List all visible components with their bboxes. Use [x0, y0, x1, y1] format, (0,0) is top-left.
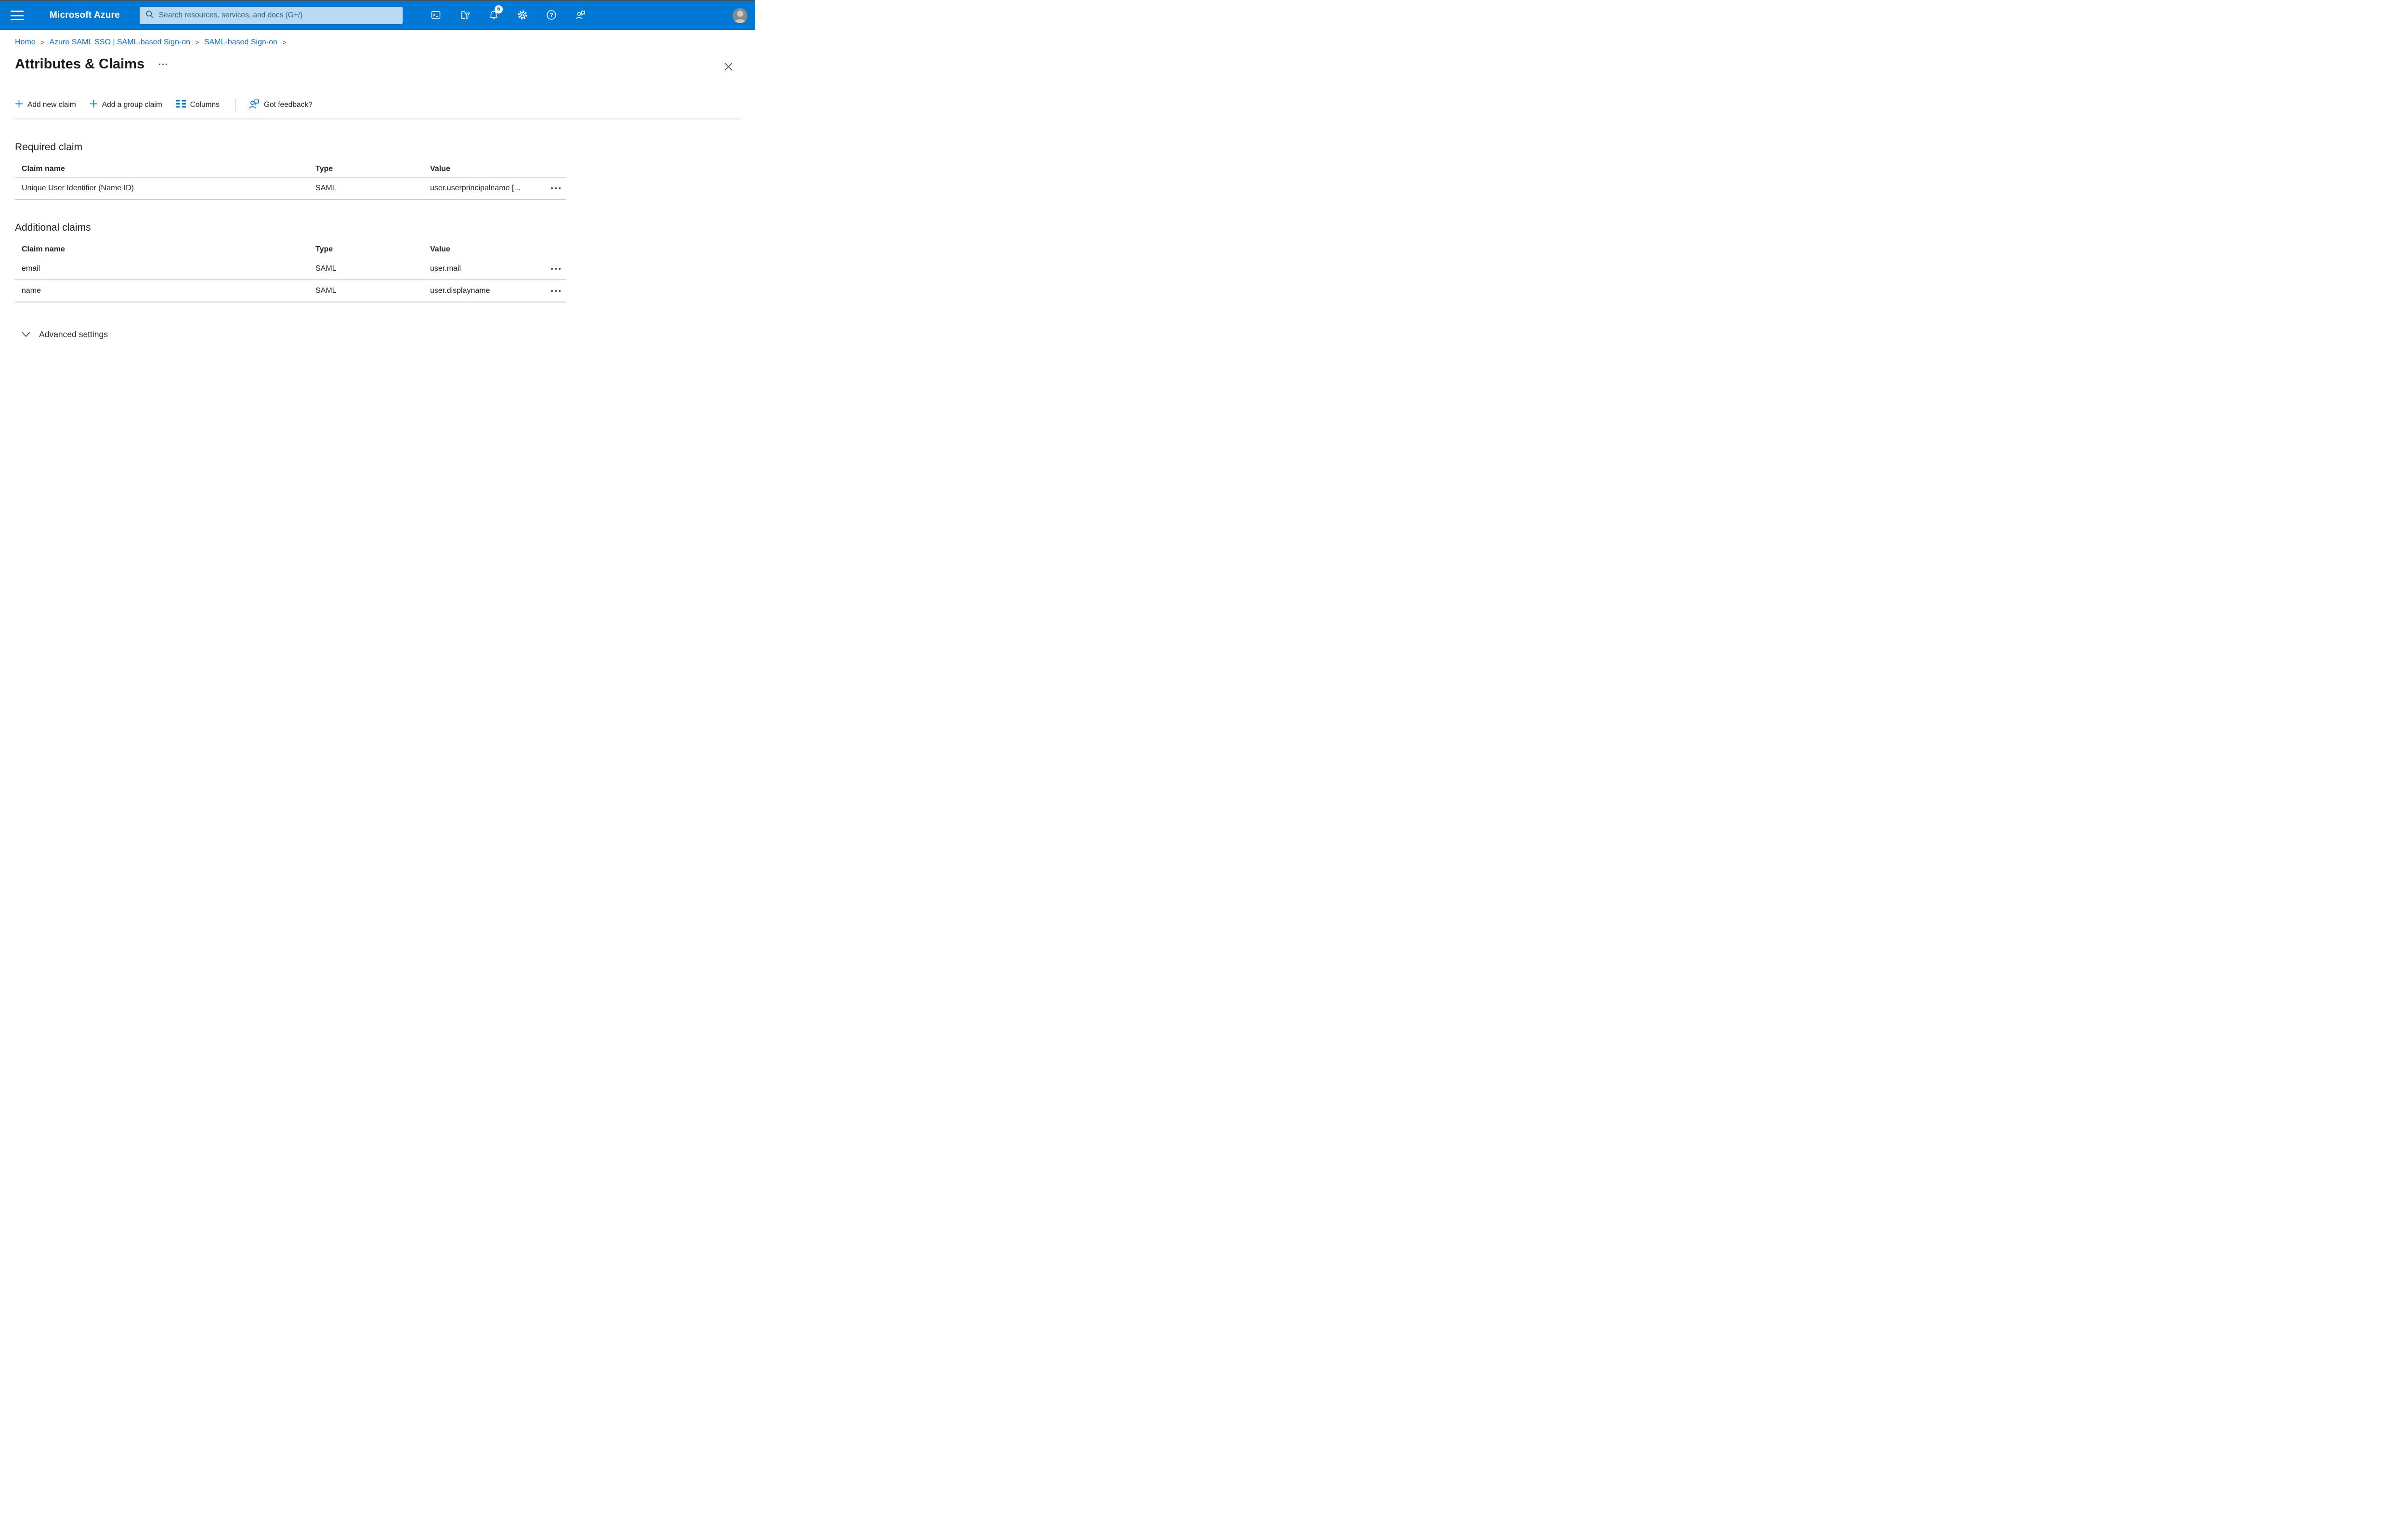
claim-type-cell: SAML: [315, 264, 337, 273]
breadcrumb-separator: >: [40, 38, 45, 47]
notifications-button[interactable]: 6: [483, 5, 504, 26]
row-context-menu-button[interactable]: [545, 181, 566, 196]
close-icon: [724, 62, 733, 73]
gear-icon: [517, 10, 528, 22]
row-context-menu-button[interactable]: [545, 284, 566, 298]
svg-text:?: ?: [550, 12, 553, 18]
table-row[interactable]: name SAML user.displayname: [15, 280, 566, 302]
title-bar: Attributes & Claims: [15, 54, 755, 74]
close-blade-button[interactable]: [721, 61, 735, 74]
table-header-row: Claim name Type Value: [15, 241, 566, 258]
add-group-claim-label: Add a group claim: [102, 101, 162, 109]
required-claim-heading: Required claim: [15, 142, 83, 153]
breadcrumb-app-link[interactable]: Azure SAML SSO | SAML-based Sign-on: [49, 38, 190, 47]
column-header-claim-name: Claim name: [22, 245, 65, 253]
breadcrumb: Home > Azure SAML SSO | SAML-based Sign-…: [15, 38, 755, 47]
advanced-settings-toggle[interactable]: Advanced settings: [22, 329, 108, 340]
row-context-menu-button[interactable]: [545, 262, 566, 276]
notification-count-badge: 6: [495, 5, 503, 13]
search-icon: [145, 10, 154, 21]
directory-subscription-filter-button[interactable]: [454, 5, 475, 26]
azure-top-bar: Microsoft Azure Search resources, servic…: [0, 1, 755, 30]
feedback-person-icon: [248, 98, 260, 112]
avatar-body-silhouette: [734, 19, 746, 23]
add-new-claim-label: Add new claim: [27, 101, 76, 109]
plus-icon: [90, 100, 98, 110]
claim-name-cell: Unique User Identifier (Name ID): [22, 184, 134, 192]
breadcrumb-saml-signon-link[interactable]: SAML-based Sign-on: [204, 38, 277, 47]
got-feedback-button[interactable]: Got feedback?: [248, 98, 313, 112]
plus-icon: [15, 100, 23, 110]
breadcrumb-separator: >: [195, 38, 199, 47]
toolbar-divider: [235, 99, 236, 111]
table-row[interactable]: email SAML user.mail: [15, 258, 566, 280]
claim-value-cell: user.mail: [430, 264, 461, 273]
column-header-type: Type: [315, 164, 333, 173]
hamburger-menu-button[interactable]: [11, 10, 24, 21]
settings-button[interactable]: [512, 5, 533, 26]
cloud-shell-button[interactable]: [425, 5, 446, 26]
columns-label: Columns: [190, 101, 220, 109]
columns-icon: [175, 100, 186, 110]
directory-filter-icon: [459, 10, 471, 22]
cloud-shell-icon: [431, 10, 441, 22]
claim-value-cell: user.userprincipalname [...: [430, 184, 521, 192]
add-new-claim-button[interactable]: Add new claim: [15, 100, 76, 110]
help-button[interactable]: ?: [541, 5, 562, 26]
command-bar: Add new claim Add a group claim Columns: [15, 98, 755, 112]
topbar-icon-group: 6 ?: [425, 5, 591, 26]
claim-value-cell: user.displayname: [430, 287, 490, 295]
feedback-person-icon: [575, 10, 586, 22]
columns-button[interactable]: Columns: [175, 100, 220, 110]
claim-name-cell: email: [22, 264, 40, 273]
additional-claims-heading: Additional claims: [15, 222, 91, 233]
add-group-claim-button[interactable]: Add a group claim: [90, 100, 162, 110]
breadcrumb-separator: >: [282, 38, 287, 47]
column-header-value: Value: [430, 164, 450, 173]
table-header-row: Claim name Type Value: [15, 160, 566, 178]
table-row[interactable]: Unique User Identifier (Name ID) SAML us…: [15, 178, 566, 200]
global-search[interactable]: [139, 7, 403, 24]
claim-type-cell: SAML: [315, 184, 337, 192]
avatar-head-silhouette: [737, 10, 743, 17]
additional-claims-table: Claim name Type Value email SAML user.ma…: [15, 241, 566, 302]
column-header-type: Type: [315, 245, 333, 253]
column-header-claim-name: Claim name: [22, 164, 65, 173]
claim-type-cell: SAML: [315, 287, 337, 295]
help-icon: ?: [546, 10, 557, 22]
chevron-down-icon: [22, 329, 30, 340]
microsoft-azure-brand[interactable]: Microsoft Azure: [50, 10, 120, 21]
got-feedback-label: Got feedback?: [263, 101, 313, 109]
advanced-settings-label: Advanced settings: [39, 329, 108, 339]
more-options-button[interactable]: [158, 61, 168, 68]
search-input[interactable]: [158, 11, 397, 20]
required-claim-table: Claim name Type Value Unique User Identi…: [15, 160, 566, 200]
claim-name-cell: name: [22, 287, 41, 295]
breadcrumb-home-link[interactable]: Home: [15, 38, 36, 47]
feedback-button[interactable]: [570, 5, 591, 26]
page-title: Attributes & Claims: [15, 56, 145, 72]
column-header-value: Value: [430, 245, 450, 253]
divider: [15, 118, 740, 119]
account-avatar[interactable]: [733, 8, 747, 23]
